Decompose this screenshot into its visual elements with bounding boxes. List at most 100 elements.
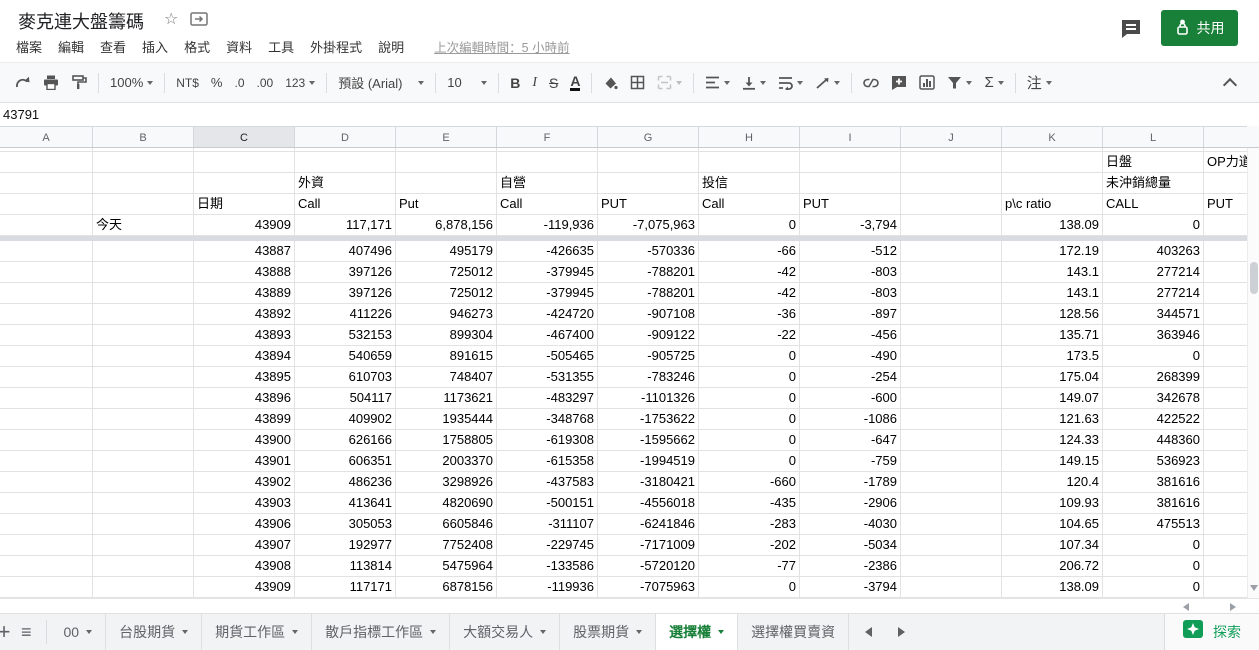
cell[interactable]: 投信 [699, 173, 800, 194]
cell[interactable] [93, 304, 194, 325]
cell[interactable] [901, 472, 1002, 493]
cell[interactable] [0, 304, 93, 325]
vertical-scrollbar[interactable] [1247, 148, 1259, 598]
cell[interactable] [0, 514, 93, 535]
cell[interactable]: 43895 [194, 367, 295, 388]
cell[interactable]: -4556018 [598, 493, 699, 514]
currency-format-button[interactable]: NT$ [170, 70, 205, 96]
formula-bar-value[interactable]: 43791 [0, 107, 39, 122]
column-header[interactable]: G [598, 126, 699, 148]
cell[interactable]: 411226 [295, 304, 396, 325]
sheet-tab-股票期貨[interactable]: 股票期貨 [560, 614, 656, 650]
cell[interactable] [901, 535, 1002, 556]
cell[interactable] [1204, 535, 1247, 556]
cell[interactable]: 121.63 [1002, 409, 1103, 430]
cell[interactable]: -42 [699, 283, 800, 304]
cell[interactable] [800, 173, 901, 194]
cell[interactable]: -66 [699, 241, 800, 262]
cell[interactable] [699, 152, 800, 173]
cell[interactable]: 946273 [396, 304, 497, 325]
cell[interactable] [901, 409, 1002, 430]
menu-insert[interactable]: 插入 [134, 34, 176, 59]
cell[interactable]: 138.09 [1002, 577, 1103, 598]
cell[interactable]: -36 [699, 304, 800, 325]
sheet-tab-00[interactable]: 00 [51, 614, 107, 650]
cell[interactable]: -456 [800, 325, 901, 346]
cell[interactable]: -783246 [598, 367, 699, 388]
cell[interactable] [93, 346, 194, 367]
cell[interactable]: 397126 [295, 262, 396, 283]
cell[interactable] [901, 577, 1002, 598]
cell[interactable] [0, 215, 93, 236]
cell[interactable]: -133586 [497, 556, 598, 577]
tab-menu-arrow-icon[interactable] [636, 630, 642, 634]
cell[interactable]: -909122 [598, 325, 699, 346]
cell[interactable]: Put [396, 194, 497, 215]
all-sheets-button[interactable] [21, 622, 32, 643]
cell[interactable]: 532153 [295, 325, 396, 346]
cell[interactable] [1204, 325, 1247, 346]
cell[interactable]: 未沖銷總量 [1103, 173, 1204, 194]
cell[interactable]: Call [497, 194, 598, 215]
cell[interactable] [1204, 556, 1247, 577]
borders-button[interactable] [624, 70, 651, 96]
cell[interactable]: 107.34 [1002, 535, 1103, 556]
cell[interactable]: 6878156 [396, 577, 497, 598]
cell[interactable] [1204, 430, 1247, 451]
cell[interactable]: -600 [800, 388, 901, 409]
cell[interactable]: -3794 [800, 577, 901, 598]
zoom-select[interactable]: 100% [104, 70, 159, 96]
cell[interactable]: -5034 [800, 535, 901, 556]
merge-cells-button[interactable] [651, 70, 688, 96]
cell[interactable]: Call [699, 194, 800, 215]
cell[interactable]: 504117 [295, 388, 396, 409]
cell[interactable]: 626166 [295, 430, 396, 451]
cell[interactable]: 日盤 [1103, 152, 1204, 173]
tab-menu-arrow-icon[interactable] [86, 630, 92, 634]
next-sheets-arrow-icon[interactable] [898, 627, 905, 637]
cell[interactable] [901, 493, 1002, 514]
cell[interactable]: -435 [699, 493, 800, 514]
cell[interactable] [0, 535, 93, 556]
formula-bar[interactable]: 43791 [0, 103, 1259, 127]
cell[interactable]: CALL [1103, 194, 1204, 215]
cell[interactable] [396, 152, 497, 173]
cell[interactable]: -615358 [497, 451, 598, 472]
cell[interactable]: 外資 [295, 173, 396, 194]
cell[interactable]: 397126 [295, 283, 396, 304]
cell[interactable] [0, 577, 93, 598]
cell[interactable]: 409902 [295, 409, 396, 430]
menu-tools[interactable]: 工具 [260, 34, 302, 59]
cell[interactable]: 43892 [194, 304, 295, 325]
cell[interactable] [1204, 241, 1247, 262]
cell[interactable]: 407496 [295, 241, 396, 262]
redo-icon[interactable] [8, 70, 37, 96]
cell[interactable] [93, 388, 194, 409]
cell[interactable]: 0 [699, 215, 800, 236]
menu-edit[interactable]: 編輯 [50, 34, 92, 59]
cell[interactable]: 0 [699, 367, 800, 388]
cell[interactable]: 43889 [194, 283, 295, 304]
cell[interactable]: 536923 [1103, 451, 1204, 472]
cell[interactable] [0, 493, 93, 514]
cell[interactable]: -7171009 [598, 535, 699, 556]
cell[interactable]: -7075963 [598, 577, 699, 598]
cell[interactable] [396, 173, 497, 194]
cell[interactable]: 自營 [497, 173, 598, 194]
cell[interactable] [1204, 215, 1247, 236]
cell[interactable] [901, 388, 1002, 409]
cell[interactable]: 117171 [295, 577, 396, 598]
previous-sheets-arrow-icon[interactable] [865, 627, 872, 637]
cell[interactable]: -424720 [497, 304, 598, 325]
column-header[interactable]: H [699, 126, 800, 148]
font-select[interactable]: 預設 (Arial) [332, 70, 430, 96]
cell[interactable]: 748407 [396, 367, 497, 388]
cell[interactable]: -490 [800, 346, 901, 367]
cell[interactable] [93, 556, 194, 577]
menu-data[interactable]: 資料 [218, 34, 260, 59]
cell[interactable]: 486236 [295, 472, 396, 493]
scroll-down-arrow-icon[interactable] [1250, 585, 1258, 591]
cell[interactable]: 448360 [1103, 430, 1204, 451]
cell[interactable] [194, 173, 295, 194]
cell[interactable]: 0 [1103, 535, 1204, 556]
